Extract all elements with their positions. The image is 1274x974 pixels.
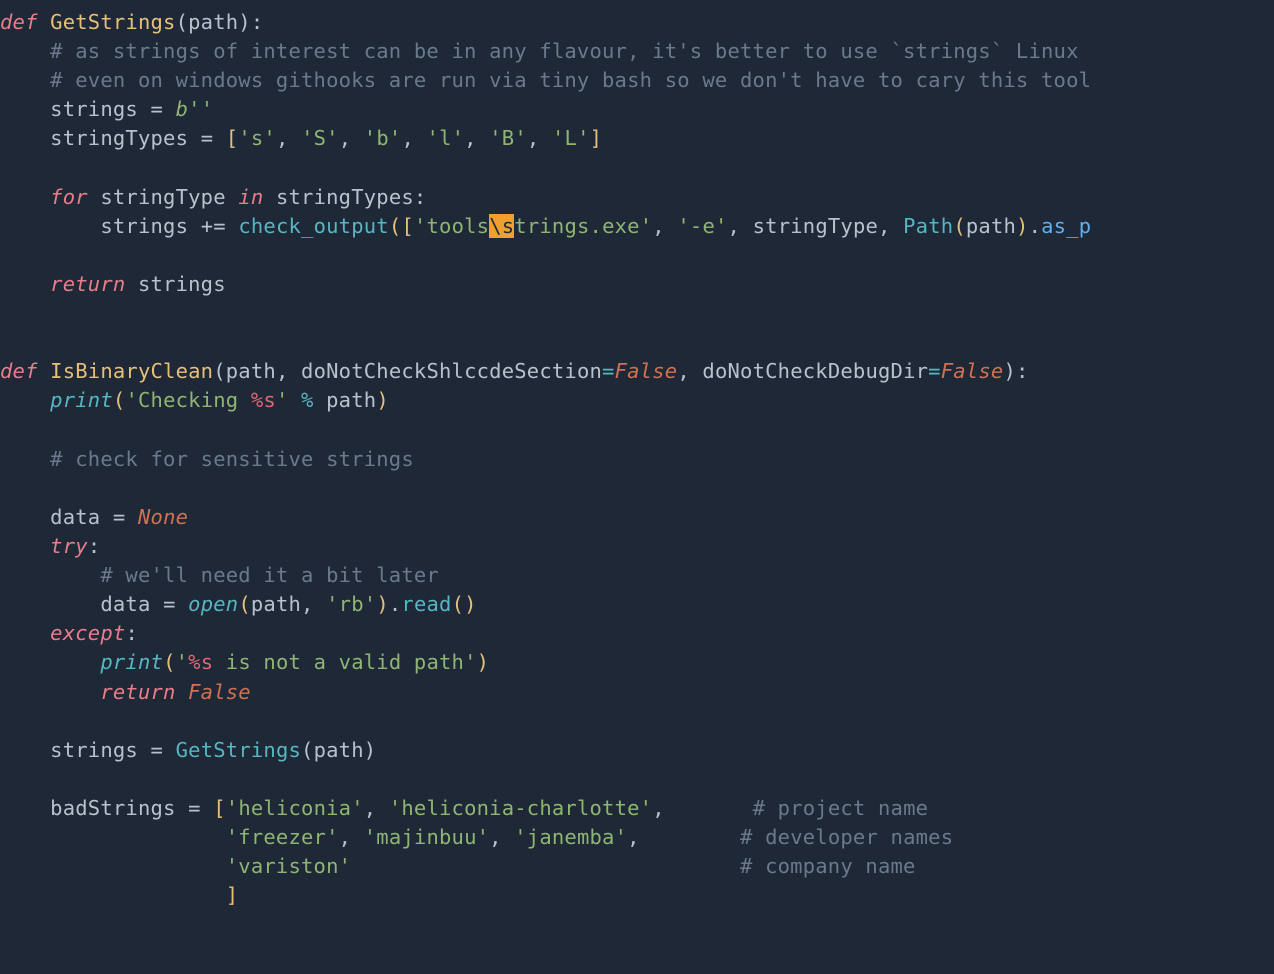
call: GetStrings	[176, 738, 301, 762]
line: strings = b''	[0, 97, 213, 121]
func-name: GetStrings	[50, 10, 175, 34]
line: strings += check_output(['tools\strings.…	[0, 214, 1091, 238]
comment: # project name	[753, 796, 929, 820]
keyword-def: def	[0, 359, 50, 383]
call: Path	[903, 214, 953, 238]
comment: # as strings of interest can be in any f…	[0, 39, 1091, 63]
line: for stringType in stringTypes:	[0, 185, 426, 209]
line: 'freezer', 'majinbuu', 'janemba', # deve…	[0, 825, 953, 849]
line: return strings	[0, 272, 226, 296]
percent-s: %s	[188, 650, 213, 674]
percent-s: %s	[251, 388, 276, 412]
comment: # we'll need it a bit later	[0, 563, 439, 587]
comment: # even on windows githooks are run via t…	[0, 68, 1091, 92]
line: ]	[0, 883, 238, 907]
builtin-print: print	[50, 388, 113, 412]
line: def GetStrings(path):	[0, 10, 263, 34]
line: print('Checking %s' % path)	[0, 388, 389, 412]
line: print('%s is not a valid path')	[0, 650, 489, 674]
keyword-for: for	[50, 185, 100, 209]
string: ''	[188, 97, 213, 121]
line: except:	[0, 621, 138, 645]
keyword-return: return	[100, 680, 188, 704]
comment: # check for sensitive strings	[0, 447, 414, 471]
builtin-print: print	[100, 650, 163, 674]
keyword-def: def	[0, 10, 50, 34]
const-false: False	[941, 359, 1004, 383]
call: check_output	[238, 214, 389, 238]
attr: as_p	[1041, 214, 1091, 238]
code-block: def GetStrings(path): # as strings of in…	[0, 0, 1274, 910]
keyword-try: try	[50, 534, 88, 558]
comment: # developer names	[740, 825, 953, 849]
byte-prefix: b	[176, 97, 189, 121]
keyword-except: except	[50, 621, 125, 645]
line: try:	[0, 534, 100, 558]
line: strings = GetStrings(path)	[0, 738, 376, 762]
comment: # company name	[740, 854, 916, 878]
signature: (path):	[176, 10, 264, 34]
const-false: False	[615, 359, 678, 383]
line: data = open(path, 'rb').read()	[0, 592, 477, 616]
highlight: \s	[489, 214, 514, 238]
keyword-return: return	[50, 272, 138, 296]
func-name: IsBinaryClean	[50, 359, 213, 383]
const-none: None	[138, 505, 188, 529]
builtin-open: open	[188, 592, 238, 616]
line: return False	[0, 680, 251, 704]
keyword-in: in	[238, 185, 276, 209]
const-false: False	[188, 680, 251, 704]
line: 'variston' # company name	[0, 854, 916, 878]
line: badStrings = ['heliconia', 'heliconia-ch…	[0, 796, 928, 820]
line: stringTypes = ['s', 'S', 'b', 'l', 'B', …	[0, 126, 602, 150]
line: data = None	[0, 505, 188, 529]
line: def IsBinaryClean(path, doNotCheckShlccd…	[0, 359, 1029, 383]
call: read	[401, 592, 451, 616]
